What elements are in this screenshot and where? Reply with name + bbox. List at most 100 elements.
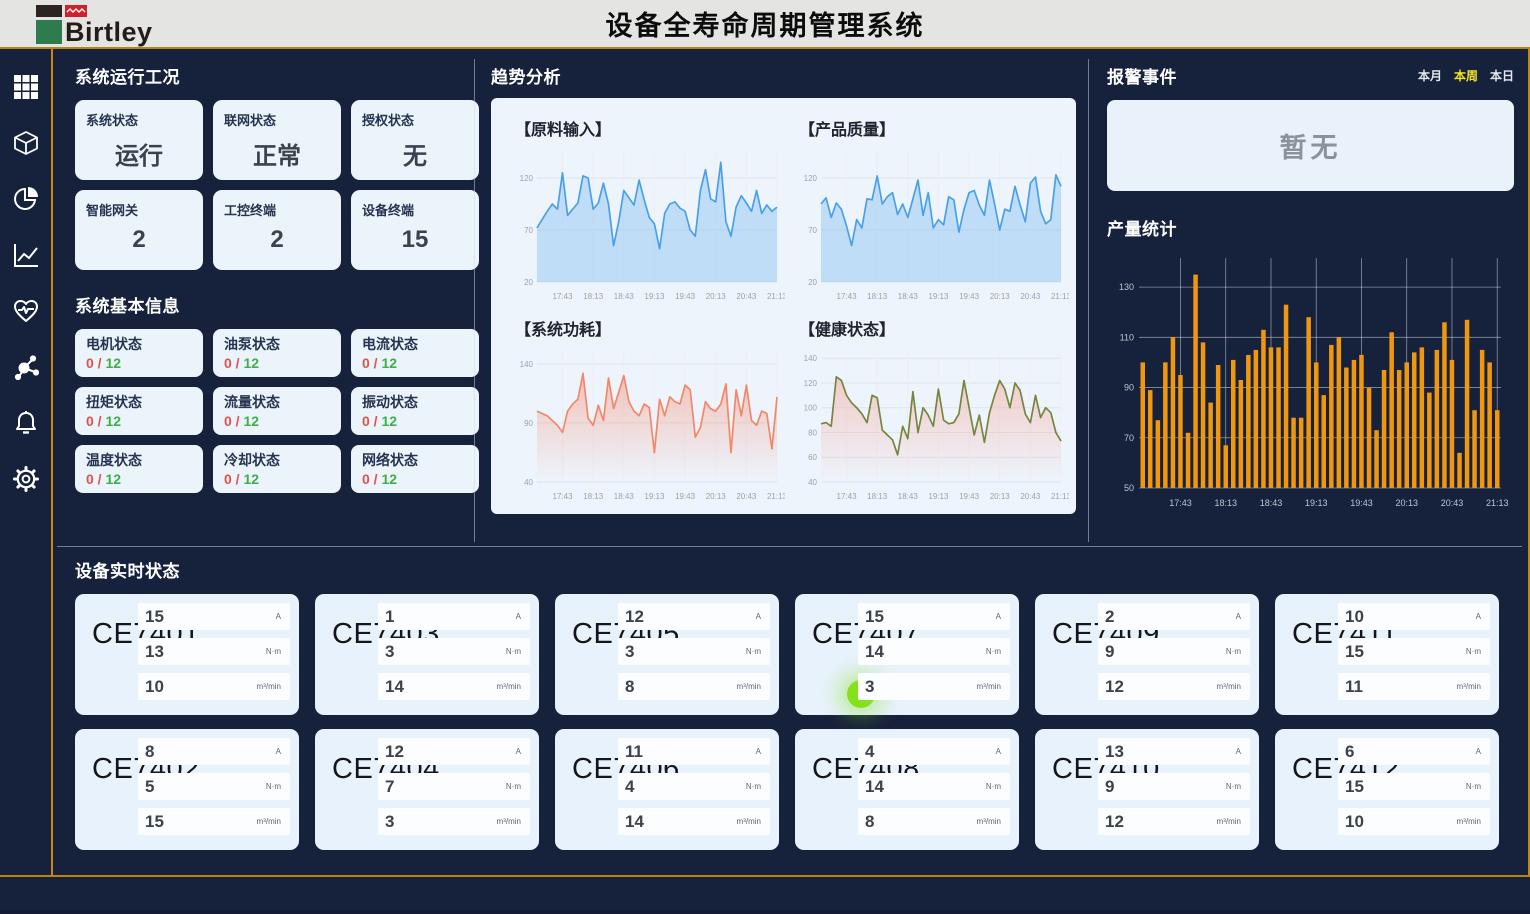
bell-icon[interactable]: [12, 409, 40, 437]
svg-text:40: 40: [524, 478, 533, 487]
device-metric-row: 10 m³/min: [138, 673, 290, 700]
svg-text:20:43: 20:43: [736, 492, 757, 501]
svg-text:40: 40: [808, 478, 817, 487]
device-card-CE7402[interactable]: CE7402 8 A 5 N·m 15 m³/min: [75, 729, 299, 850]
molecule-icon[interactable]: [12, 353, 40, 381]
sidebar: [0, 49, 53, 875]
line-chart-icon[interactable]: [12, 241, 40, 269]
device-metric-row: 12 m³/min: [1098, 808, 1250, 835]
device-metric-value: 1: [385, 607, 394, 627]
device-metric-value: 14: [625, 812, 644, 832]
trend-title: 趋势分析: [491, 63, 1076, 88]
alarm-tab-本月[interactable]: 本月: [1418, 67, 1442, 84]
device-metric-value: 3: [865, 677, 874, 697]
device-metric-value: 15: [865, 607, 884, 627]
status-card-label: 设备终端: [362, 200, 468, 219]
status-card: 系统状态 运行: [75, 100, 203, 180]
device-metric-unit: N·m: [746, 782, 761, 791]
svg-text:90: 90: [1124, 383, 1134, 393]
device-metric-unit: N·m: [266, 647, 281, 656]
grid-icon[interactable]: [12, 73, 40, 101]
alarm-title: 报警事件: [1107, 63, 1177, 88]
pie-chart-icon[interactable]: [12, 185, 40, 213]
cube-icon[interactable]: [12, 129, 40, 157]
info-card-label: 油泵状态: [224, 334, 330, 354]
device-metric-value: 14: [865, 777, 884, 797]
device-metric-unit: N·m: [1226, 782, 1241, 791]
trend-chart: 【原料输入】 207012017:4318:1318:4319:1319:432…: [505, 110, 789, 310]
svg-text:110: 110: [1120, 332, 1134, 342]
device-card-CE7405[interactable]: CE7405 12 A 3 N·m 8 m³/min: [555, 594, 779, 715]
device-metric-unit: N·m: [986, 647, 1001, 656]
device-metric-unit: m³/min: [1457, 817, 1481, 826]
device-card-CE7406[interactable]: CE7406 11 A 4 N·m 14 m³/min: [555, 729, 779, 850]
device-metric-row: 14 m³/min: [378, 673, 530, 700]
device-card-CE7409[interactable]: CE7409 2 A 9 N·m 12 m³/min: [1035, 594, 1259, 715]
gear-icon[interactable]: [12, 465, 40, 493]
device-metric-unit: N·m: [1226, 647, 1241, 656]
device-metric-unit: N·m: [266, 782, 281, 791]
health-icon[interactable]: [12, 297, 40, 325]
device-card-CE7401[interactable]: CE7401 15 A 13 N·m 10 m³/min: [75, 594, 299, 715]
device-metric-unit: A: [516, 612, 521, 621]
device-metric-row: 1 A: [378, 603, 530, 630]
svg-text:20:43: 20:43: [1020, 292, 1041, 301]
device-metric-value: 15: [145, 812, 164, 832]
alarm-tab-本周[interactable]: 本周: [1454, 67, 1478, 84]
device-metric-value: 13: [1105, 742, 1124, 762]
info-card: 电机状态 0 / 12: [75, 329, 203, 377]
svg-text:17:43: 17:43: [553, 492, 574, 501]
trend-chart-title: 【原料输入】: [515, 116, 785, 140]
device-card-CE7408[interactable]: CE7408 4 A 14 N·m 8 m³/min: [795, 729, 1019, 850]
device-metric-unit: m³/min: [497, 682, 521, 691]
device-grid: CE7401 15 A 13 N·m 10 m³/min CE7403 1 A …: [75, 594, 1528, 850]
device-card-CE7407[interactable]: CE7407 15 A 14 N·m 3 m³/min: [795, 594, 1019, 715]
svg-text:19:43: 19:43: [959, 492, 980, 501]
trend-chart-title: 【健康状态】: [799, 316, 1069, 340]
svg-text:70: 70: [1124, 433, 1134, 443]
device-metric-value: 12: [385, 742, 404, 762]
status-card-value: 2: [224, 226, 330, 254]
device-metric-row: 7 N·m: [378, 773, 530, 800]
device-metric-value: 15: [1345, 642, 1364, 662]
device-metric-row: 3 m³/min: [858, 673, 1010, 700]
trend-charts-card: 【原料输入】 207012017:4318:1318:4319:1319:432…: [491, 98, 1076, 514]
info-card-label: 流量状态: [224, 392, 330, 412]
device-card-CE7404[interactable]: CE7404 12 A 7 N·m 3 m³/min: [315, 729, 539, 850]
alarm-tabs: 本月本周本日: [1418, 67, 1514, 84]
device-metric-row: 15 A: [138, 603, 290, 630]
svg-text:21:13: 21:13: [1051, 292, 1069, 301]
svg-text:50: 50: [1124, 483, 1134, 493]
trend-chart-title: 【系统功耗】: [515, 316, 785, 340]
device-metric-row: 14 m³/min: [618, 808, 770, 835]
device-metric-row: 10 m³/min: [1338, 808, 1490, 835]
svg-text:17:43: 17:43: [837, 292, 858, 301]
svg-text:140: 140: [804, 354, 818, 363]
svg-text:19:43: 19:43: [675, 492, 696, 501]
svg-text:18:13: 18:13: [867, 292, 888, 301]
svg-text:100: 100: [804, 404, 818, 413]
svg-text:19:13: 19:13: [928, 492, 949, 501]
device-card-CE7412[interactable]: CE7412 6 A 15 N·m 10 m³/min: [1275, 729, 1499, 850]
status-card: 智能网关 2: [75, 190, 203, 270]
alarm-tab-本日[interactable]: 本日: [1490, 67, 1514, 84]
device-metric-unit: m³/min: [257, 682, 281, 691]
info-card: 电流状态 0 / 12: [351, 329, 479, 377]
device-metric-value: 3: [385, 642, 394, 662]
footer: [0, 877, 1530, 910]
device-metric-row: 15 m³/min: [138, 808, 290, 835]
status-card-label: 工控终端: [224, 200, 330, 219]
svg-text:20:13: 20:13: [706, 292, 727, 301]
device-metric-row: 14 N·m: [858, 773, 1010, 800]
device-card-CE7403[interactable]: CE7403 1 A 3 N·m 14 m³/min: [315, 594, 539, 715]
info-card-label: 电机状态: [86, 334, 192, 354]
svg-text:17:43: 17:43: [837, 492, 858, 501]
svg-text:21:13: 21:13: [767, 492, 785, 501]
svg-text:120: 120: [804, 174, 818, 183]
device-card-CE7411[interactable]: CE7411 10 A 15 N·m 11 m³/min: [1275, 594, 1499, 715]
device-card-CE7410[interactable]: CE7410 13 A 9 N·m 12 m³/min: [1035, 729, 1259, 850]
device-metric-value: 8: [865, 812, 874, 832]
info-card: 温度状态 0 / 12: [75, 445, 203, 493]
device-metric-row: 2 A: [1098, 603, 1250, 630]
info-card-count: 0 / 12: [86, 413, 192, 429]
